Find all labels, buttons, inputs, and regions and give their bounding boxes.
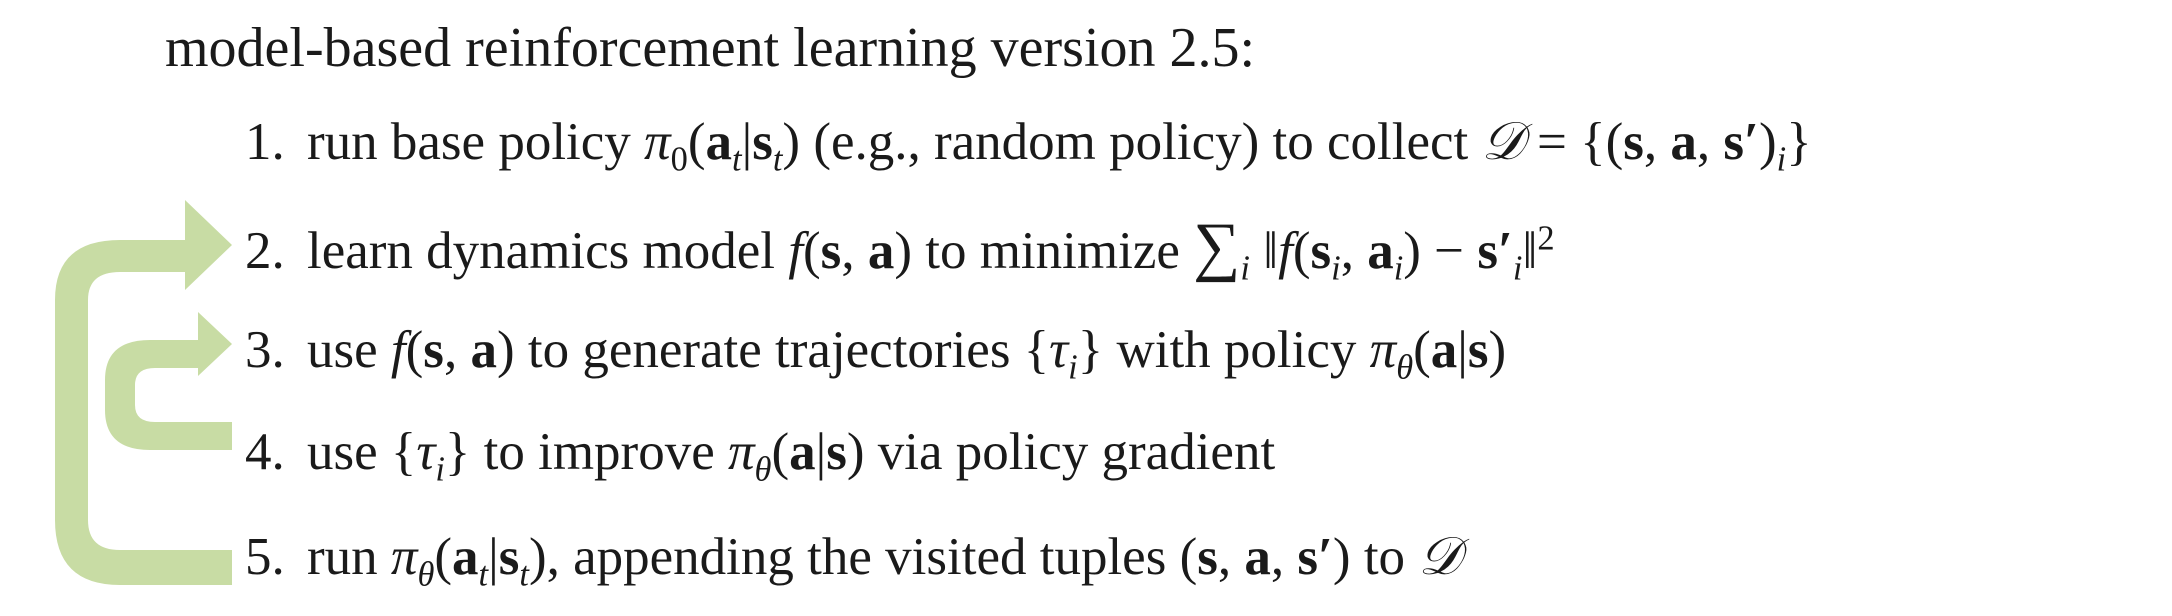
step-5: 5. run πθ(at|st), appending the visited t… <box>245 525 1461 594</box>
step-number: 5. <box>245 528 285 586</box>
step-text: use <box>307 321 391 379</box>
step-number: 1. <box>245 113 285 171</box>
step-text: via policy gradient <box>864 423 1276 481</box>
step-text: to minimize <box>911 222 1194 280</box>
loop-arrows <box>55 200 232 585</box>
math-trajectories: {τi} <box>1023 321 1104 387</box>
math-trajectories: {τi} <box>390 423 471 489</box>
step-4: 4. use {τi} to improve πθ(a|s) via policy… <box>245 420 1276 489</box>
step-2: 2. learn dynamics model f(s, a) to minimi… <box>245 210 1555 288</box>
inner-loop-arrow-icon <box>105 312 232 450</box>
math-policy-theta: πθ(a|s) <box>1369 321 1507 387</box>
math-dataset: 𝒟 = {(s, a, s′)i} <box>1481 111 1812 179</box>
outer-loop-arrow-icon <box>55 200 232 585</box>
math-dataset-symbol: 𝒟 <box>1418 526 1461 587</box>
step-1: 1. run base policy π0(at|st) (e.g., rando… <box>245 110 1812 179</box>
step-text: to <box>1350 528 1419 586</box>
step-number: 3. <box>245 321 285 379</box>
step-text: run base policy <box>307 113 645 171</box>
step-text: run <box>307 528 391 586</box>
step-text: (e.g., random policy) to collect <box>800 113 1482 171</box>
math-loss: ∑i ‖f(si, ai) − s′i‖2 <box>1193 210 1555 288</box>
step-number: 4. <box>245 423 285 481</box>
math-model-f: f(s, a) <box>390 321 515 379</box>
math-policy-theta: πθ(at|st) <box>390 528 547 594</box>
step-text: , appending the visited tuples <box>546 528 1180 586</box>
math-tuple: (s, a, s′) <box>1179 528 1351 586</box>
step-number: 2. <box>245 222 285 280</box>
math-policy-pi0: π0(at|st) <box>644 113 801 179</box>
step-3: 3. use f(s, a) to generate trajectories {… <box>245 318 1507 387</box>
math-model-f: f(s, a) <box>788 222 912 280</box>
step-text: to improve <box>470 423 728 481</box>
math-policy-theta: πθ(a|s) <box>727 423 865 489</box>
step-text: with policy <box>1103 321 1370 379</box>
step-text: use <box>307 423 391 481</box>
step-text: learn dynamics model <box>307 222 789 280</box>
step-text: to generate trajectories <box>514 321 1024 379</box>
